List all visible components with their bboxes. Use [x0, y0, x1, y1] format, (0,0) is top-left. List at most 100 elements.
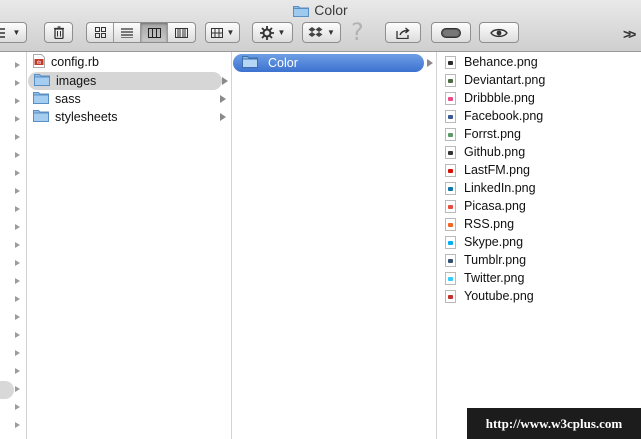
- disclosure-arrow-icon: [15, 296, 20, 302]
- grid-icon: [94, 27, 106, 38]
- list-item-label: RSS.png: [464, 217, 515, 231]
- list-item[interactable]: Skype.png: [437, 233, 641, 251]
- eye-icon: [490, 28, 508, 37]
- list-item[interactable]: Forrst.png: [437, 125, 641, 143]
- view-icon-mode-button[interactable]: [87, 23, 114, 42]
- disclosure-arrow-icon: [15, 404, 20, 410]
- selected-item-highlight: [0, 381, 14, 399]
- list-item-label: LastFM.png: [464, 163, 531, 177]
- list-item[interactable]: Deviantart.png: [437, 71, 641, 89]
- list-item[interactable]: Youtube.png: [437, 287, 641, 305]
- list-item-label: stylesheets: [55, 110, 118, 124]
- help-icon[interactable]: ?: [351, 18, 364, 46]
- columns-icon: [147, 27, 161, 38]
- dropbox-icon: [308, 27, 323, 37]
- disclosure-arrow-icon: [15, 188, 20, 194]
- toolbar-overflow-button[interactable]: >>: [623, 26, 636, 42]
- tags-button[interactable]: [431, 22, 471, 43]
- list-item-label: Skype.png: [464, 235, 524, 249]
- toggle-icon: [441, 27, 461, 38]
- disclosure-arrow-icon: [15, 134, 20, 140]
- list-item-label: sass: [55, 92, 81, 106]
- column-color[interactable]: Behance.png Deviantart.png Dribbble.png Fac…: [437, 52, 641, 439]
- list-item-label: Color: [268, 56, 298, 70]
- list-item-label: Picasa.png: [464, 199, 526, 213]
- ruby-file-icon: rb: [33, 53, 45, 71]
- disclosure-arrow-icon: [15, 368, 20, 374]
- disclosure-arrow-icon: [15, 314, 20, 320]
- list-item[interactable]: LinkedIn.png: [437, 179, 641, 197]
- gear-icon: [259, 25, 274, 40]
- list-item[interactable]: stylesheets: [27, 108, 231, 126]
- list-item-label: Facebook.png: [464, 109, 544, 123]
- list-item[interactable]: Color: [233, 54, 433, 72]
- disclosure-arrow-icon: [220, 113, 226, 121]
- png-file-icon: [445, 91, 456, 105]
- column-images[interactable]: Color: [232, 52, 437, 439]
- list-icon: [121, 27, 133, 38]
- list-item[interactable]: images: [28, 72, 228, 90]
- list-item-label: images: [56, 74, 97, 88]
- list-item-label: Twitter.png: [464, 271, 525, 285]
- list-item-label: LinkedIn.png: [464, 181, 536, 195]
- view-list-mode-button[interactable]: [114, 23, 141, 42]
- column-parent: [0, 52, 27, 439]
- disclosure-arrow-icon: [15, 224, 20, 230]
- folder-icon: [293, 4, 310, 20]
- disclosure-arrow-icon: [15, 98, 20, 104]
- dropbox-button[interactable]: ▼: [302, 22, 341, 43]
- png-file-icon: [445, 289, 456, 303]
- png-file-icon: [445, 145, 456, 159]
- svg-text:rb: rb: [37, 60, 42, 66]
- view-mode-selector[interactable]: [86, 22, 196, 43]
- list-item[interactable]: Github.png: [437, 143, 641, 161]
- png-file-icon: [445, 181, 456, 195]
- disclosure-arrow-icon: [15, 260, 20, 266]
- view-options-button[interactable]: ▼: [0, 22, 27, 43]
- chevron-down-icon: ▼: [226, 28, 235, 37]
- list-item[interactable]: Picasa.png: [437, 197, 641, 215]
- png-file-icon: [445, 253, 456, 267]
- list-item[interactable]: sass: [27, 90, 231, 108]
- share-icon: [396, 26, 410, 39]
- disclosure-arrow-icon: [15, 422, 20, 428]
- folder-icon: [33, 109, 49, 125]
- png-file-icon: [445, 73, 456, 87]
- view-coverflow-mode-button[interactable]: [168, 23, 195, 42]
- quick-look-button[interactable]: [479, 22, 519, 43]
- view-column-mode-button[interactable]: [141, 23, 168, 42]
- list-item[interactable]: RSS.png: [437, 215, 641, 233]
- window-title: Color: [0, 2, 641, 20]
- list-icon: [0, 27, 5, 38]
- watermark: http://www.w3cplus.com: [467, 408, 641, 439]
- list-item-label: Dribbble.png: [464, 91, 535, 105]
- list-item[interactable]: rb config.rb: [27, 53, 231, 71]
- arrange-button[interactable]: ▼: [205, 22, 240, 43]
- disclosure-arrow-icon: [220, 95, 226, 103]
- png-file-icon: [445, 109, 456, 123]
- list-item[interactable]: Dribbble.png: [437, 89, 641, 107]
- list-item[interactable]: Behance.png: [437, 53, 641, 71]
- png-file-icon: [445, 217, 456, 231]
- png-file-icon: [445, 199, 456, 213]
- column-project[interactable]: rb config.rb images sass stylesheets: [27, 52, 232, 439]
- disclosure-arrow-icon: [427, 59, 433, 67]
- disclosure-arrow-icon: [15, 62, 20, 68]
- list-item[interactable]: Facebook.png: [437, 107, 641, 125]
- folder-icon: [242, 55, 258, 71]
- folder-icon: [34, 73, 50, 89]
- disclosure-arrow-icon: [15, 350, 20, 356]
- png-file-icon: [445, 163, 456, 177]
- disclosure-arrow-icon: [15, 170, 20, 176]
- action-button[interactable]: ▼: [252, 22, 293, 43]
- list-item[interactable]: Twitter.png: [437, 269, 641, 287]
- list-item[interactable]: Tumblr.png: [437, 251, 641, 269]
- list-item-label: Forrst.png: [464, 127, 521, 141]
- delete-button[interactable]: [44, 22, 73, 43]
- png-file-icon: [445, 271, 456, 285]
- png-file-icon: [445, 127, 456, 141]
- share-button[interactable]: [385, 22, 421, 43]
- list-item[interactable]: LastFM.png: [437, 161, 641, 179]
- png-file-icon: [445, 235, 456, 249]
- list-item-label: Behance.png: [464, 55, 538, 69]
